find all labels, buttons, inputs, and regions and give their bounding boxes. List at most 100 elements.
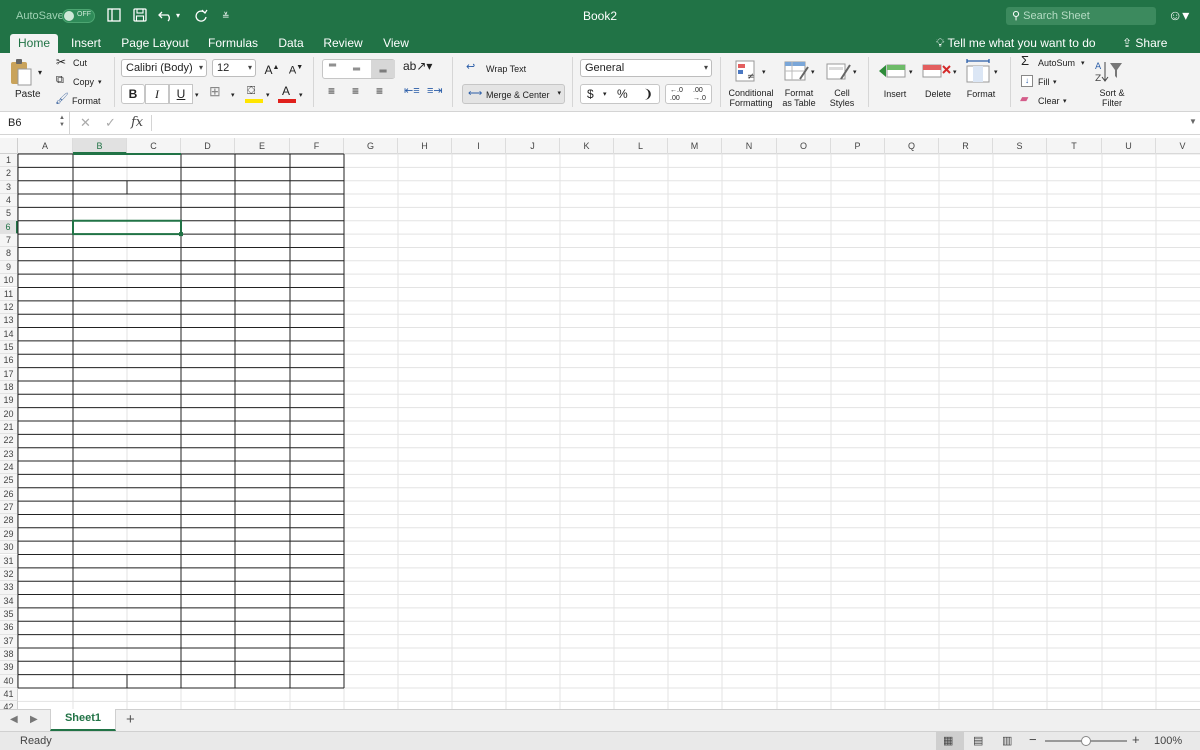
align-center-icon[interactable]: ≡ (352, 85, 359, 97)
format-cells-label[interactable]: Format (960, 89, 1002, 99)
expand-formula-icon[interactable]: ▼ (1189, 117, 1197, 126)
delete-cells-label[interactable]: Delete (918, 89, 958, 99)
align-bottom-icon[interactable]: ═ (371, 60, 395, 78)
fill-color-icon[interactable]: ⛋ (245, 85, 263, 103)
orientation-icon[interactable]: ab↗▾ (403, 60, 432, 72)
font-name-select[interactable]: Calibri (Body) ▾ (121, 59, 207, 77)
fill-dropdown-icon[interactable]: ▾ (1053, 77, 1057, 88)
decrease-indent-icon[interactable]: ⇤≡ (404, 86, 420, 97)
cell-styles-icon[interactable] (826, 59, 852, 83)
copy-icon[interactable]: ⧉ (56, 75, 64, 86)
conditional-formatting-icon[interactable]: ≠ (735, 59, 759, 83)
increase-font-icon[interactable]: A▲ (261, 59, 283, 77)
chevron-down-icon[interactable]: ▾ (762, 67, 766, 78)
sheet-tab-sheet1[interactable]: Sheet1 (50, 709, 116, 731)
increase-indent-icon[interactable]: ≡⇥ (427, 86, 443, 97)
format-painter-icon[interactable]: 🖌︎ (55, 94, 69, 105)
decrease-decimal-icon[interactable]: .00 →.0 (693, 87, 706, 103)
share-button[interactable]: ⇪ Share (1122, 34, 1167, 53)
page-layout-view-icon[interactable]: ▤ (973, 734, 983, 747)
align-right-icon[interactable]: ≡ (376, 85, 383, 97)
cell-styles-label[interactable]: Cell Styles (822, 88, 862, 108)
prev-sheet-icon[interactable]: ◀ (10, 714, 18, 725)
font-size-select[interactable]: 12 ▾ (212, 59, 256, 77)
align-left-icon[interactable]: ≡ (328, 85, 335, 97)
comma-button[interactable]: ❩ (643, 87, 653, 101)
bold-button[interactable]: B (121, 84, 145, 104)
tab-data[interactable]: Data (274, 34, 308, 53)
cut-label[interactable]: Cut (73, 58, 87, 69)
tab-formulas[interactable]: Formulas (204, 34, 262, 53)
percent-button[interactable]: % (617, 87, 628, 101)
tell-me-search[interactable]: 💡︎ Tell me what you want to do (936, 34, 1096, 53)
borders-dropdown-icon[interactable]: ▾ (231, 90, 235, 101)
cancel-entry-icon[interactable]: ✕ (80, 115, 91, 131)
insert-cells-label[interactable]: Insert (874, 89, 916, 99)
number-format-select[interactable]: General ▾ (580, 59, 712, 77)
zoom-slider-knob[interactable] (1081, 736, 1091, 746)
currency-dropdown-icon[interactable]: ▾ (603, 90, 607, 98)
insert-cells-icon[interactable] (878, 59, 908, 83)
copy-dropdown-icon[interactable]: ▾ (98, 77, 102, 88)
format-painter-label[interactable]: Format (72, 96, 101, 107)
merge-center-button[interactable]: ⟷ Merge & Center ▾ (462, 84, 565, 104)
wrap-text-button[interactable]: Wrap Text (486, 64, 526, 75)
sort-filter-icon[interactable]: AZ (1094, 58, 1126, 84)
autosum-button[interactable]: AutoSum (1038, 58, 1075, 69)
format-as-table-icon[interactable] (784, 59, 810, 83)
underline-dropdown-icon[interactable]: ▾ (195, 90, 199, 101)
clear-button[interactable]: Clear (1038, 96, 1060, 107)
autosum-dropdown-icon[interactable]: ▾ (1081, 58, 1085, 69)
confirm-entry-icon[interactable]: ✓ (105, 115, 116, 131)
tab-page-layout[interactable]: Page Layout (118, 34, 192, 53)
tab-review[interactable]: Review (320, 34, 366, 53)
cell-grid[interactable] (0, 135, 1200, 709)
chevron-down-icon[interactable]: ▾ (994, 67, 998, 78)
insert-function-icon[interactable]: fx (131, 115, 143, 130)
delete-cells-icon[interactable] (922, 59, 952, 83)
italic-button[interactable]: I (145, 84, 169, 104)
borders-icon[interactable]: ⊞ (209, 84, 221, 98)
fill-down-icon[interactable]: ↓ (1021, 75, 1033, 87)
name-box-spinner-icon[interactable]: ▲ ▼ (59, 115, 65, 129)
conditional-formatting-label[interactable]: Conditional Formatting (724, 88, 778, 108)
increase-decimal-icon[interactable]: ←.0.00 (670, 87, 683, 103)
underline-button[interactable]: U (169, 84, 193, 104)
tab-insert[interactable]: Insert (64, 34, 108, 53)
clear-dropdown-icon[interactable]: ▾ (1063, 96, 1067, 107)
paste-button[interactable] (8, 58, 34, 90)
add-sheet-button[interactable]: + (126, 711, 135, 728)
paste-dropdown-icon[interactable]: ▾ (38, 67, 42, 78)
chevron-down-icon[interactable]: ▾ (953, 67, 957, 78)
tab-view[interactable]: View (378, 34, 414, 53)
currency-button[interactable]: $ (587, 87, 594, 101)
search-sheet-input[interactable]: ⚲ Search Sheet (1006, 7, 1156, 25)
fill-color-dropdown-icon[interactable]: ▾ (266, 90, 270, 101)
page-break-view-icon[interactable]: ▥ (1002, 734, 1012, 747)
align-middle-icon[interactable]: ═ (353, 65, 360, 75)
format-as-table-label[interactable]: Format as Table (778, 88, 820, 108)
zoom-slider-track[interactable] (1045, 736, 1127, 746)
align-top-icon[interactable]: ═ (329, 61, 336, 81)
feedback-smiley-icon[interactable]: ☺▾ (1168, 7, 1189, 24)
autosum-icon[interactable]: Σ (1021, 54, 1029, 67)
spreadsheet-grid[interactable]: ABCDEFGHIJKLMNOPQRSTUV 1 2 3 4 5 6 7 8 9 10 11 12 13… (0, 135, 1200, 709)
fill-button[interactable]: Fill (1038, 77, 1050, 88)
zoom-in-button[interactable]: + (1132, 732, 1140, 747)
font-color-icon[interactable]: A (278, 84, 296, 103)
fill-handle[interactable] (179, 232, 183, 237)
chevron-down-icon[interactable]: ▾ (853, 67, 857, 78)
wrap-text-icon[interactable]: ↩︎ (466, 62, 475, 73)
font-color-dropdown-icon[interactable]: ▾ (299, 90, 303, 101)
decrease-font-icon[interactable]: A▼ (285, 59, 307, 77)
zoom-out-button[interactable]: − (1029, 732, 1037, 747)
sort-filter-label[interactable]: Sort & Filter (1090, 88, 1134, 108)
copy-label[interactable]: Copy (73, 77, 94, 88)
chevron-down-icon[interactable]: ▾ (909, 67, 913, 78)
chevron-down-icon[interactable]: ▾ (811, 67, 815, 78)
cut-icon[interactable]: ✂ (56, 56, 66, 68)
next-sheet-icon[interactable]: ▶ (30, 714, 38, 725)
eraser-icon[interactable]: ▰ (1020, 94, 1028, 105)
name-box[interactable]: B6 ▲ ▼ (0, 112, 70, 134)
tab-home[interactable]: Home (10, 34, 58, 53)
